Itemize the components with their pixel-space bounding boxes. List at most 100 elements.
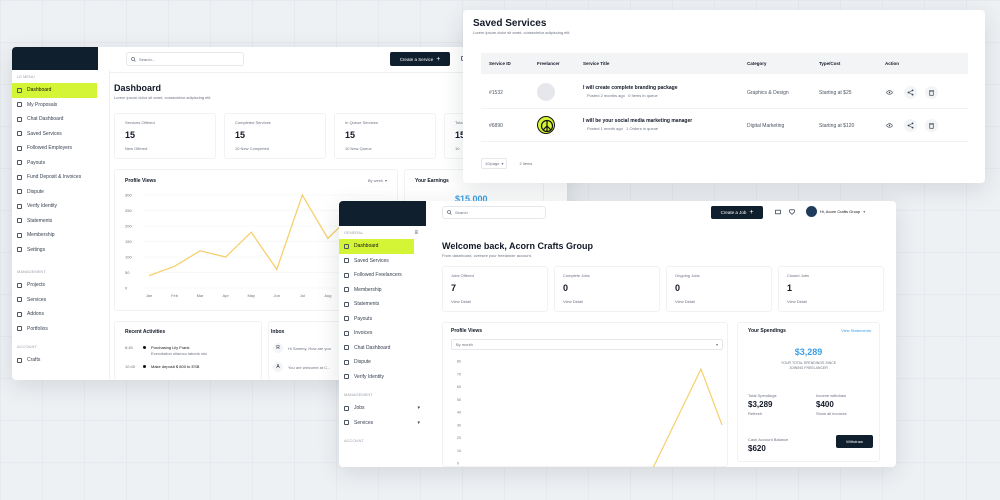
sidebar-item-payouts[interactable]: Payouts <box>12 156 109 171</box>
stat-label: Completed Services <box>235 120 271 125</box>
delete-icon[interactable] <box>925 119 938 132</box>
sidebar-item-label: Fund Deposit & Invoices <box>27 174 82 181</box>
share-icon[interactable] <box>904 119 917 132</box>
chevron-down-icon: ▾ <box>417 405 420 412</box>
user-menu[interactable]: Hi, Acorn Crafts Group ▾ <box>806 206 865 217</box>
cash-balance-label: Cash Account Balance <box>748 437 789 442</box>
addons-icon <box>17 311 22 317</box>
invoices-icon <box>344 330 349 336</box>
per-page-select[interactable]: 10/page ▾ <box>481 158 508 169</box>
chevron-down-icon: ▾ <box>501 161 504 166</box>
message-item[interactable]: A You are welcome at C... <box>273 362 330 372</box>
sidebar-item-dispute[interactable]: Dispute <box>12 185 109 200</box>
sidebar-item-chat-dashboard[interactable]: Chat Dashboard <box>339 341 426 356</box>
stat-label: In Queue Services <box>345 120 378 125</box>
sidebar-item-crafts[interactable]: Crafts <box>12 353 109 368</box>
y-tick-label: 60 <box>457 385 461 389</box>
sidebar-item-settings[interactable]: Settings <box>12 243 109 258</box>
cart-icon[interactable] <box>775 209 781 215</box>
sidebar-item-label: Saved Services <box>354 257 389 264</box>
saved-services-icon <box>344 258 349 264</box>
sidebar-item-membership[interactable]: Membership <box>12 228 109 243</box>
y-tick-label: 80 <box>457 360 461 364</box>
sidebar-item-dashboard[interactable]: Dashboard <box>12 83 97 98</box>
search-input[interactable]: Search <box>442 206 546 219</box>
y-tick-label: 200 <box>125 224 132 229</box>
sidebar-item-my-proposals[interactable]: My Proposals <box>12 98 109 113</box>
search-input[interactable]: Search... <box>126 52 244 66</box>
search-placeholder: Search... <box>139 56 156 62</box>
view-detail-link[interactable]: View Detail <box>787 299 807 304</box>
menu-icon[interactable]: ≡ <box>414 230 418 236</box>
stat-value: 15 <box>345 130 356 140</box>
payouts-icon <box>17 160 22 166</box>
sidebar-item-saved-services[interactable]: Saved Services <box>12 127 109 142</box>
refresh-link[interactable]: Refresh <box>748 411 762 416</box>
withdraw-button[interactable]: Withdraw <box>836 435 873 448</box>
sidebar-item-label: Dispute <box>354 359 371 366</box>
view-detail-link[interactable]: View Detail <box>563 299 583 304</box>
search-icon <box>131 56 136 62</box>
view-icon[interactable] <box>883 119 896 132</box>
plus-icon: + <box>436 55 441 63</box>
message-item[interactable]: R Hi Sammy, How are you <box>273 343 331 353</box>
sidebar-item-verify-identity[interactable]: Verify Identity <box>339 370 426 385</box>
view-detail-link[interactable]: View Detail <box>675 299 695 304</box>
sidebar-item-services[interactable]: Services <box>12 293 109 308</box>
sidebar-item-services[interactable]: Services ▾ <box>339 416 426 431</box>
sidebar-item-payouts[interactable]: Payouts <box>339 312 426 327</box>
create-job-button[interactable]: Create a Job + <box>711 206 763 219</box>
statements-icon <box>17 218 22 224</box>
view-detail-link[interactable]: View Detail <box>451 299 471 304</box>
share-icon[interactable] <box>904 86 917 99</box>
sidebar-item-verify-identity[interactable]: Verify Identity <box>12 199 109 214</box>
page-title: Welcome back, Acorn Crafts Group <box>442 241 594 251</box>
stat-card: Ongoing Jobs 0 View Detail <box>666 266 772 312</box>
y-tick-label: 0 <box>457 462 459 466</box>
sidebar-item-fund-deposit-invoices[interactable]: Fund Deposit & Invoices <box>12 170 109 185</box>
view-statements-link[interactable]: View Statements <box>841 328 871 333</box>
service-title[interactable]: I will be your social media marketing ma… <box>583 118 692 124</box>
crafts-icon <box>17 357 22 363</box>
sidebar-item-membership[interactable]: Membership <box>339 283 426 298</box>
table-header: Service ID Freelancer Service Title Categor… <box>481 53 968 74</box>
sidebar-item-label: Statements <box>354 301 380 308</box>
chevron-down-icon: ▾ <box>863 209 866 214</box>
stat-value: 0 <box>563 283 569 293</box>
stat-sub: 10 New Queue <box>345 146 372 151</box>
delete-icon[interactable] <box>925 86 938 99</box>
dashboard-icon <box>344 243 349 249</box>
followed-freelancers-icon <box>344 272 349 278</box>
y-tick-label: 250 <box>125 208 132 213</box>
sidebar-item-label: Followed Employers <box>27 145 73 152</box>
sidebar-item-saved-services[interactable]: Saved Services <box>339 254 426 269</box>
sidebar-item-projects[interactable]: Projects <box>12 278 109 293</box>
saved-services-icon <box>17 131 22 137</box>
sidebar-item-portfolios[interactable]: Portfolios <box>12 322 109 337</box>
sidebar-item-statements[interactable]: Statements <box>12 214 109 229</box>
sidebar-item-addons[interactable]: Addons <box>12 307 109 322</box>
service-title[interactable]: I will create complete branding package <box>583 85 677 91</box>
create-service-button[interactable]: Create a Service + <box>390 52 450 66</box>
sidebar-item-dashboard[interactable]: Dashboard <box>339 239 414 254</box>
membership-icon <box>17 232 22 238</box>
sidebar-item-dispute[interactable]: Dispute <box>339 355 426 370</box>
sidebar-item-jobs[interactable]: Jobs ▾ <box>339 401 426 416</box>
sidebar-item-label: Statements <box>27 217 53 224</box>
logo-bar <box>12 47 98 70</box>
heart-icon[interactable] <box>789 209 795 215</box>
sidebar-item-invoices[interactable]: Invoices <box>339 326 426 341</box>
sidebar-item-label: Saved Services <box>27 130 62 137</box>
statements-icon <box>344 301 349 307</box>
earnings-title: Your Earnings <box>415 178 449 184</box>
view-icon[interactable] <box>883 86 896 99</box>
sidebar-section-management: MANAGEMENT <box>17 269 46 274</box>
sidebar-item-followed-freelancers[interactable]: Followed Freelancers <box>339 268 426 283</box>
membership-icon <box>344 287 349 293</box>
sidebar-item-statements[interactable]: Statements <box>339 297 426 312</box>
service-cost: Starting at $120 <box>819 123 855 129</box>
per-page-value: 10/page <box>485 161 500 166</box>
sidebar-item-chat-dashboard[interactable]: Chat Dashboard <box>12 112 109 127</box>
show-invoices-link[interactable]: Show all invoices <box>816 411 847 416</box>
sidebar-item-followed-employers[interactable]: Followed Employers <box>12 141 109 156</box>
